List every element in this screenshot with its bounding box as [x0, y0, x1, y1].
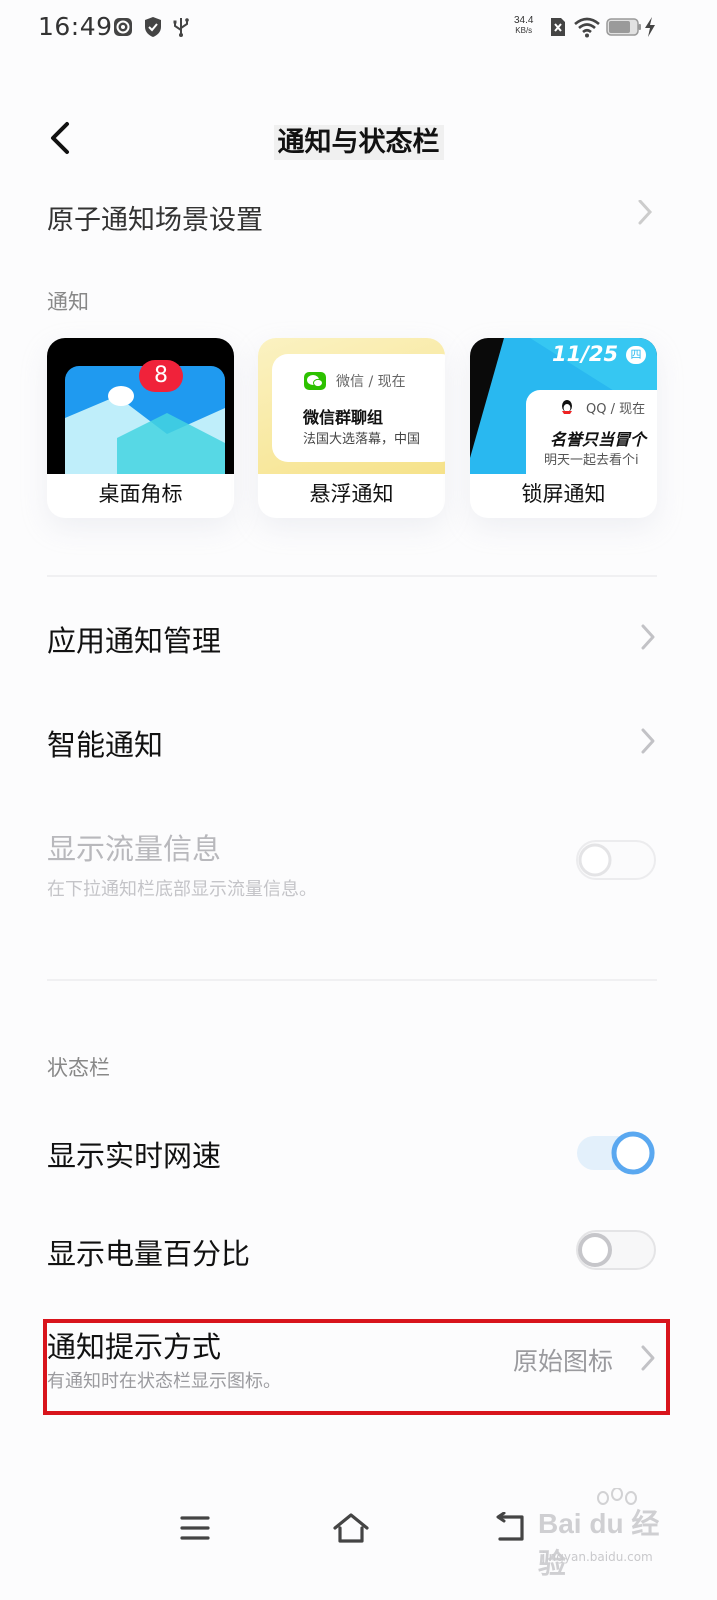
- card-caption: 悬浮通知: [309, 482, 394, 506]
- floating-notification-preview: 微信 / 现在 微信群聊组 法国大选落幕，中国: [258, 338, 445, 474]
- wifi-icon: [573, 16, 601, 38]
- net-speed-value: 34.4: [514, 15, 534, 26]
- chevron-right-icon: [638, 726, 658, 756]
- card-lockscreen-notification[interactable]: 11/25 四 QQ / 现在 名誉只当冒个 明天一起去看个i 锁屏通知: [470, 338, 657, 518]
- badge-count: 8: [139, 360, 183, 392]
- row-subtitle: 在下拉通知栏底部显示流量信息。: [47, 879, 317, 900]
- page-title: 通知与状态栏: [0, 120, 717, 160]
- card-floating-notification[interactable]: 微信 / 现在 微信群聊组 法国大选落幕，中国 悬浮通知: [258, 338, 445, 518]
- charging-bolt-icon: [643, 16, 657, 38]
- card-desktop-badge[interactable]: 8 桌面角标: [47, 338, 234, 518]
- lockscreen-date: 11/25: [552, 342, 619, 366]
- chevron-right-icon: [637, 198, 653, 230]
- lockscreen-app-line: QQ / 现在: [586, 402, 646, 417]
- net-speed-unit: KB/s: [515, 26, 533, 35]
- desktop-badge-preview: 8: [47, 338, 234, 486]
- usb-icon: [170, 16, 192, 38]
- shield-icon: [142, 16, 164, 38]
- section-label-status-bar: 状态栏: [47, 1056, 110, 1080]
- highlight-box: [43, 1319, 670, 1415]
- page-title-text: 通知与状态栏: [273, 125, 444, 160]
- toggle-show-traffic-info[interactable]: [576, 840, 656, 880]
- chevron-right-icon: [638, 622, 658, 652]
- notification-app-line: 微信 / 现在: [336, 374, 406, 390]
- battery-icon: [606, 16, 642, 38]
- row-title: 应用通知管理: [47, 624, 222, 658]
- watermark-brand: Bai du 经验: [538, 1508, 660, 1579]
- header-fade: [0, 178, 717, 200]
- notification-scene-row[interactable]: 原子通知场景设置: [47, 196, 657, 232]
- net-speed-indicator: 34.4 KB/s: [514, 16, 533, 36]
- card-caption: 锁屏通知: [521, 482, 606, 506]
- card-caption: 桌面角标: [98, 482, 183, 506]
- lockscreen-weekday: 四: [626, 346, 646, 364]
- wechat-icon: [304, 372, 326, 390]
- row-title-show-traffic-info: 显示流量信息: [47, 832, 222, 866]
- row-title: 智能通知: [47, 728, 164, 762]
- toggle-show-net-speed[interactable]: [576, 1131, 656, 1175]
- lockscreen-title: 名誉只当冒个: [550, 430, 647, 449]
- menu-icon[interactable]: [173, 1506, 217, 1550]
- notification-scene-label: 原子通知场景设置: [47, 205, 263, 232]
- divider: [47, 575, 657, 577]
- notification-title: 微信群聊组: [303, 408, 384, 427]
- notification-body: 法国大选落幕，中国: [303, 432, 421, 447]
- divider: [47, 979, 657, 981]
- baidu-jingyan-watermark: Bai du 经验 jingyan.baidu.com: [538, 1488, 678, 1582]
- qq-icon: [558, 398, 576, 416]
- section-label-notifications: 通知: [47, 290, 89, 314]
- home-icon[interactable]: [329, 1506, 373, 1550]
- status-time: 16:49: [38, 12, 113, 41]
- no-sim-icon: [547, 16, 569, 38]
- row-title-show-net-speed: 显示实时网速: [47, 1139, 222, 1173]
- lockscreen-notification-preview: 11/25 四 QQ / 现在 名誉只当冒个 明天一起去看个i: [470, 338, 657, 474]
- toggle-show-battery-percent[interactable]: [576, 1230, 656, 1270]
- watermark-url: jingyan.baidu.com: [542, 1550, 653, 1564]
- target-icon: [112, 16, 134, 38]
- lockscreen-body: 明天一起去看个i: [544, 453, 639, 468]
- back-icon[interactable]: [488, 1506, 532, 1550]
- row-title-show-battery-percent: 显示电量百分比: [47, 1237, 251, 1271]
